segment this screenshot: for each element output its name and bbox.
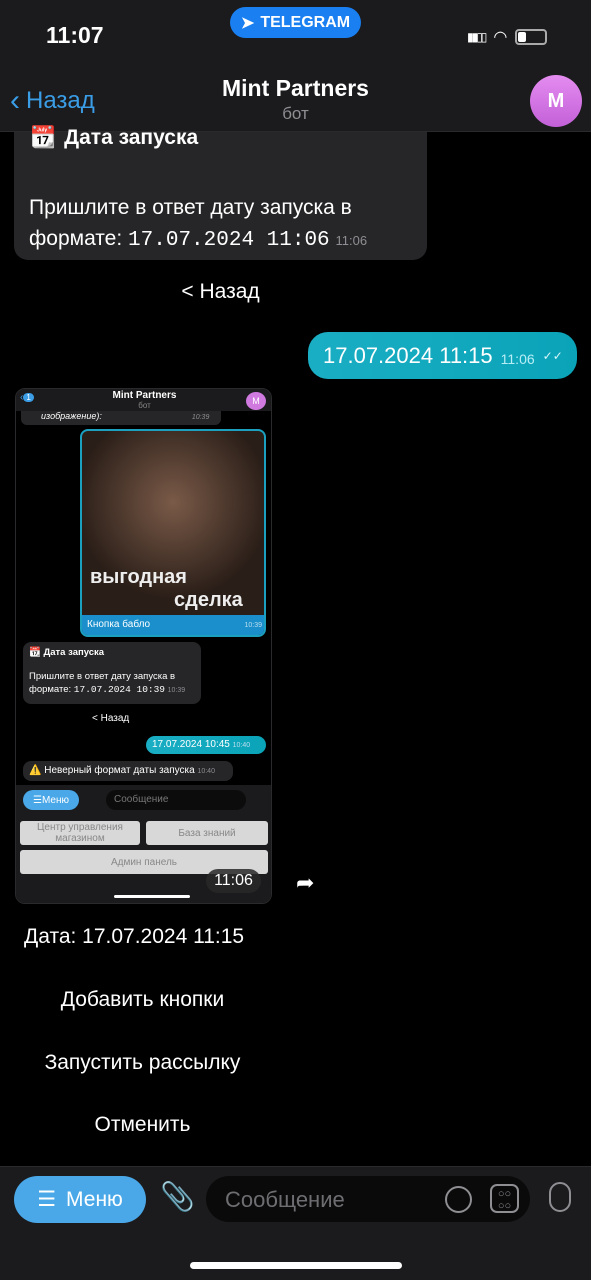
sticker-icon[interactable]	[445, 1186, 472, 1213]
promo-photo: выгодная сделка Кнопка бабло 10:39	[80, 429, 266, 637]
home-indicator	[190, 1262, 402, 1269]
screenshot-image[interactable]: ‹ 1 Mint Partners бот M изображение): 10:3…	[15, 388, 272, 904]
wifi-icon: ◠	[493, 29, 508, 46]
chat-title: Mint Partners	[222, 75, 369, 101]
double-check-icon: ✓✓	[542, 348, 563, 363]
attach-icon[interactable]: 📎	[160, 1180, 195, 1213]
menu-icon: ☰	[37, 1188, 57, 1211]
message-text: Пришлите в ответ дату запуска в формате:…	[29, 196, 368, 252]
battery-icon	[515, 29, 548, 45]
start-mailing-button[interactable]: Запустить рассылку	[0, 1051, 285, 1075]
share-icon[interactable]: ➦	[296, 870, 314, 896]
add-buttons-button[interactable]: Добавить кнопки	[0, 988, 285, 1012]
clock: 11:07	[46, 22, 104, 48]
calendar-icon: 📆	[30, 126, 57, 149]
telegram-icon: ➤	[240, 14, 255, 32]
cancel-button[interactable]: Отменить	[0, 1113, 285, 1137]
avatar[interactable]: M	[530, 75, 582, 127]
caption: Дата: 17.07.2024 11:15	[24, 925, 245, 948]
message-input[interactable]: Сообщение	[206, 1176, 530, 1222]
menu-button[interactable]: ☰ Меню	[14, 1176, 146, 1223]
signal-icon: ▮▮▯▯	[467, 30, 487, 44]
keyboard-buttons-icon[interactable]: ○○ ○○	[490, 1184, 519, 1213]
message-time: 11:06	[206, 869, 261, 893]
telegram-pill[interactable]: ➤ TELEGRAM	[230, 7, 361, 38]
message-title: 📆 Дата запуска	[30, 126, 199, 149]
outgoing-message: 17.07.2024 11:15 11:06 ✓✓	[308, 332, 577, 379]
chat-subtitle: бот	[282, 104, 309, 123]
status-icons: ▮▮▯▯ ◠	[467, 27, 548, 47]
back-inline-button[interactable]: < Назад	[78, 280, 363, 304]
microphone-icon[interactable]	[549, 1182, 571, 1212]
